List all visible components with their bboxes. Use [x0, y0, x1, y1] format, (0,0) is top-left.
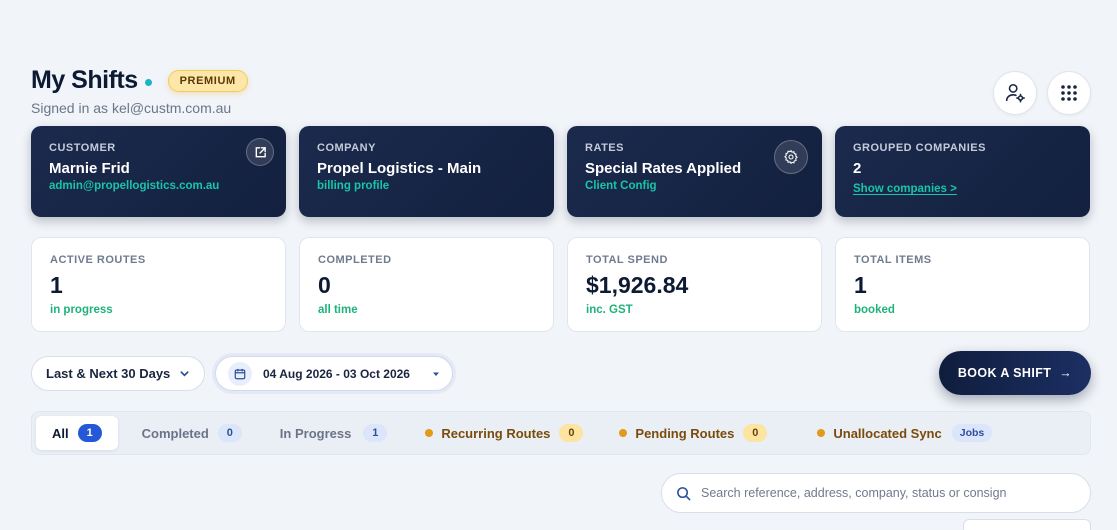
card-label: GROUPED COMPANIES: [853, 142, 986, 154]
tab-completed[interactable]: Completed 0: [126, 416, 258, 450]
tab-count: 1: [77, 424, 102, 442]
info-cards: CUSTOMER Marnie Frid admin@propellogisti…: [31, 126, 1090, 217]
stat-value: 1: [854, 272, 867, 298]
client-config: Client Config: [585, 180, 657, 192]
tab-label: All: [52, 425, 69, 441]
customer-email: admin@propellogistics.com.au: [49, 180, 220, 192]
tab-in-progress[interactable]: In Progress 1: [264, 416, 404, 450]
external-link-icon: [255, 146, 266, 157]
completed-card: COMPLETED 0 all time: [299, 237, 554, 332]
rates-value: Special Rates Applied: [585, 160, 742, 177]
search-input[interactable]: [701, 486, 1076, 500]
page-title: My Shifts: [31, 66, 138, 94]
grid-icon: [1061, 85, 1077, 101]
total-items-card: TOTAL ITEMS 1 booked: [835, 237, 1090, 332]
date-range-text: 04 Aug 2026 - 03 Oct 2026: [263, 366, 410, 381]
stat-label: COMPLETED: [318, 254, 392, 266]
tab-recurring-routes[interactable]: Recurring Routes 0: [409, 416, 599, 450]
stat-sub: all time: [318, 304, 358, 316]
warning-dot-icon: [817, 429, 826, 437]
calendar-icon: [234, 368, 246, 379]
page-header: My Shifts PREMIUM Signed in as kel@custm…: [31, 66, 248, 116]
tab-tag: Jobs: [951, 424, 993, 442]
date-range-select[interactable]: Last & Next 30 Days: [31, 356, 205, 391]
calendar-icon-wrap: [228, 361, 252, 386]
book-shift-button[interactable]: BOOK A SHIFT →: [939, 351, 1091, 395]
stat-value: 0: [318, 272, 331, 298]
tab-label: Pending Routes: [635, 425, 735, 441]
status-tabs: All 1 Completed 0 In Progress 1 Recurrin…: [31, 411, 1091, 455]
premium-badge: PREMIUM: [167, 69, 248, 92]
header-actions: [993, 71, 1091, 115]
stat-sub: in progress: [50, 304, 113, 316]
tab-count: 1: [363, 424, 388, 442]
company-name: Propel Logistics - Main: [317, 160, 482, 177]
search-bar: [661, 473, 1091, 513]
tab-count: 0: [743, 424, 768, 442]
tab-all[interactable]: All 1: [36, 416, 118, 450]
tab-label: Completed: [141, 425, 209, 441]
warning-dot-icon: [619, 429, 628, 437]
stat-value: 1: [50, 272, 63, 298]
stat-cards: ACTIVE ROUTES 1 in progress COMPLETED 0 …: [31, 237, 1090, 332]
tab-count: 0: [217, 424, 242, 442]
card-label: CUSTOMER: [49, 142, 116, 154]
chevron-down-icon: [180, 371, 189, 377]
caret-down-icon: [433, 372, 439, 376]
stat-value: $1,926.84: [586, 272, 689, 298]
open-customer-button[interactable]: [246, 138, 274, 166]
tab-count: 0: [559, 424, 584, 442]
status-dot: [144, 78, 152, 86]
active-routes-card: ACTIVE ROUTES 1 in progress: [31, 237, 286, 332]
card-label: COMPANY: [317, 142, 376, 154]
stat-sub: booked: [854, 304, 895, 316]
grouped-count: 2: [853, 160, 862, 177]
stat-sub: inc. GST: [586, 304, 633, 316]
tab-label: In Progress: [279, 425, 352, 441]
profile-settings-button[interactable]: [993, 71, 1037, 115]
title-row: My Shifts PREMIUM: [31, 66, 248, 95]
date-range-label: Last & Next 30 Days: [46, 366, 171, 381]
stat-label: TOTAL SPEND: [586, 254, 668, 266]
date-picker[interactable]: 04 Aug 2026 - 03 Oct 2026: [215, 356, 453, 391]
customer-name: Marnie Frid: [49, 160, 130, 177]
grouped-companies-card: GROUPED COMPANIES 2 Show companies >: [835, 126, 1090, 217]
show-companies-link[interactable]: Show companies >: [853, 183, 957, 195]
tab-unallocated-sync[interactable]: Unallocated Sync Jobs: [801, 416, 1008, 450]
gear-icon: [784, 149, 798, 165]
partial-control[interactable]: [963, 519, 1091, 530]
rates-settings-button[interactable]: [774, 140, 808, 174]
stat-label: ACTIVE ROUTES: [50, 254, 146, 266]
customer-card: CUSTOMER Marnie Frid admin@propellogisti…: [31, 126, 286, 217]
apps-button[interactable]: [1047, 71, 1091, 115]
search-icon: [677, 486, 691, 500]
user-settings-icon: [1005, 83, 1025, 103]
company-card: COMPANY Propel Logistics - Main billing …: [299, 126, 554, 217]
arrow-right-icon: →: [1059, 366, 1073, 380]
card-label: RATES: [585, 142, 624, 154]
tab-label: Recurring Routes: [441, 425, 551, 441]
warning-dot-icon: [425, 429, 434, 437]
tab-pending-routes[interactable]: Pending Routes 0: [603, 416, 783, 450]
book-shift-label: BOOK A SHIFT: [957, 366, 1052, 380]
tab-label: Unallocated Sync: [833, 425, 942, 441]
total-spend-card: TOTAL SPEND $1,926.84 inc. GST: [567, 237, 822, 332]
billing-profile: billing profile: [317, 180, 390, 192]
signed-in-text: Signed in as kel@custm.com.au: [31, 100, 232, 116]
stat-label: TOTAL ITEMS: [854, 254, 932, 266]
rates-card: RATES Special Rates Applied Client Confi…: [567, 126, 822, 217]
